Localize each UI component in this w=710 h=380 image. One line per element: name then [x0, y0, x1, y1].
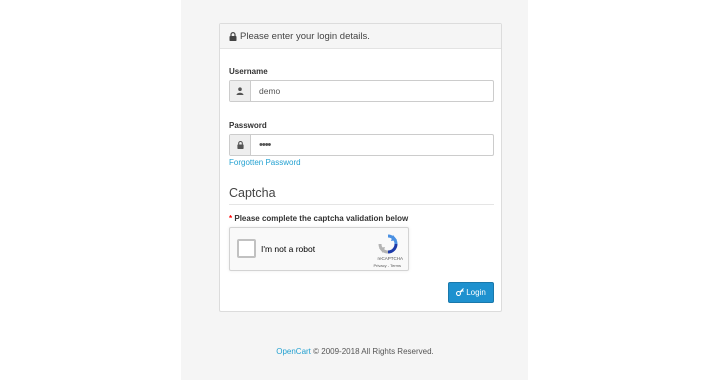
- login-panel: Please enter your login details. Usernam…: [219, 23, 502, 312]
- recaptcha-brand: reCAPTCHA: [377, 256, 403, 261]
- user-icon: [230, 81, 251, 101]
- username-input[interactable]: [251, 81, 493, 101]
- captcha-title: Captcha: [229, 186, 276, 200]
- recaptcha-checkbox[interactable]: [237, 239, 256, 258]
- panel-heading: Please enter your login details.: [220, 24, 501, 49]
- panel-heading-text: Please enter your login details.: [240, 30, 370, 42]
- footer-opencart-link[interactable]: OpenCart: [276, 347, 311, 356]
- footer: OpenCart © 2009-2018 All Rights Reserved…: [0, 347, 710, 356]
- recaptcha-widget: I'm not a robot reCAPTCHA Privacy - Term…: [229, 227, 409, 271]
- required-message: Please complete the captcha validation b…: [234, 214, 409, 223]
- username-label: Username: [229, 67, 268, 76]
- password-field-group: [229, 134, 494, 156]
- username-field-group: [229, 80, 494, 102]
- lock-icon: [230, 135, 251, 155]
- footer-copyright: © 2009-2018 All Rights Reserved.: [313, 347, 434, 356]
- key-icon: [456, 287, 465, 298]
- recaptcha-privacy-terms[interactable]: Privacy - Terms: [374, 263, 401, 268]
- required-star: *: [229, 214, 233, 223]
- captcha-required-text: * Please complete the captcha validation…: [229, 214, 408, 223]
- recaptcha-label: I'm not a robot: [261, 244, 316, 254]
- password-input[interactable]: [251, 135, 493, 155]
- recaptcha-logo-icon: [377, 233, 399, 255]
- login-button-label: Login: [466, 288, 486, 297]
- login-button[interactable]: Login: [448, 282, 494, 303]
- lock-icon: [229, 31, 237, 41]
- captcha-divider: [229, 204, 494, 205]
- password-label: Password: [229, 121, 267, 130]
- forgotten-password-link[interactable]: Forgotten Password: [229, 158, 301, 167]
